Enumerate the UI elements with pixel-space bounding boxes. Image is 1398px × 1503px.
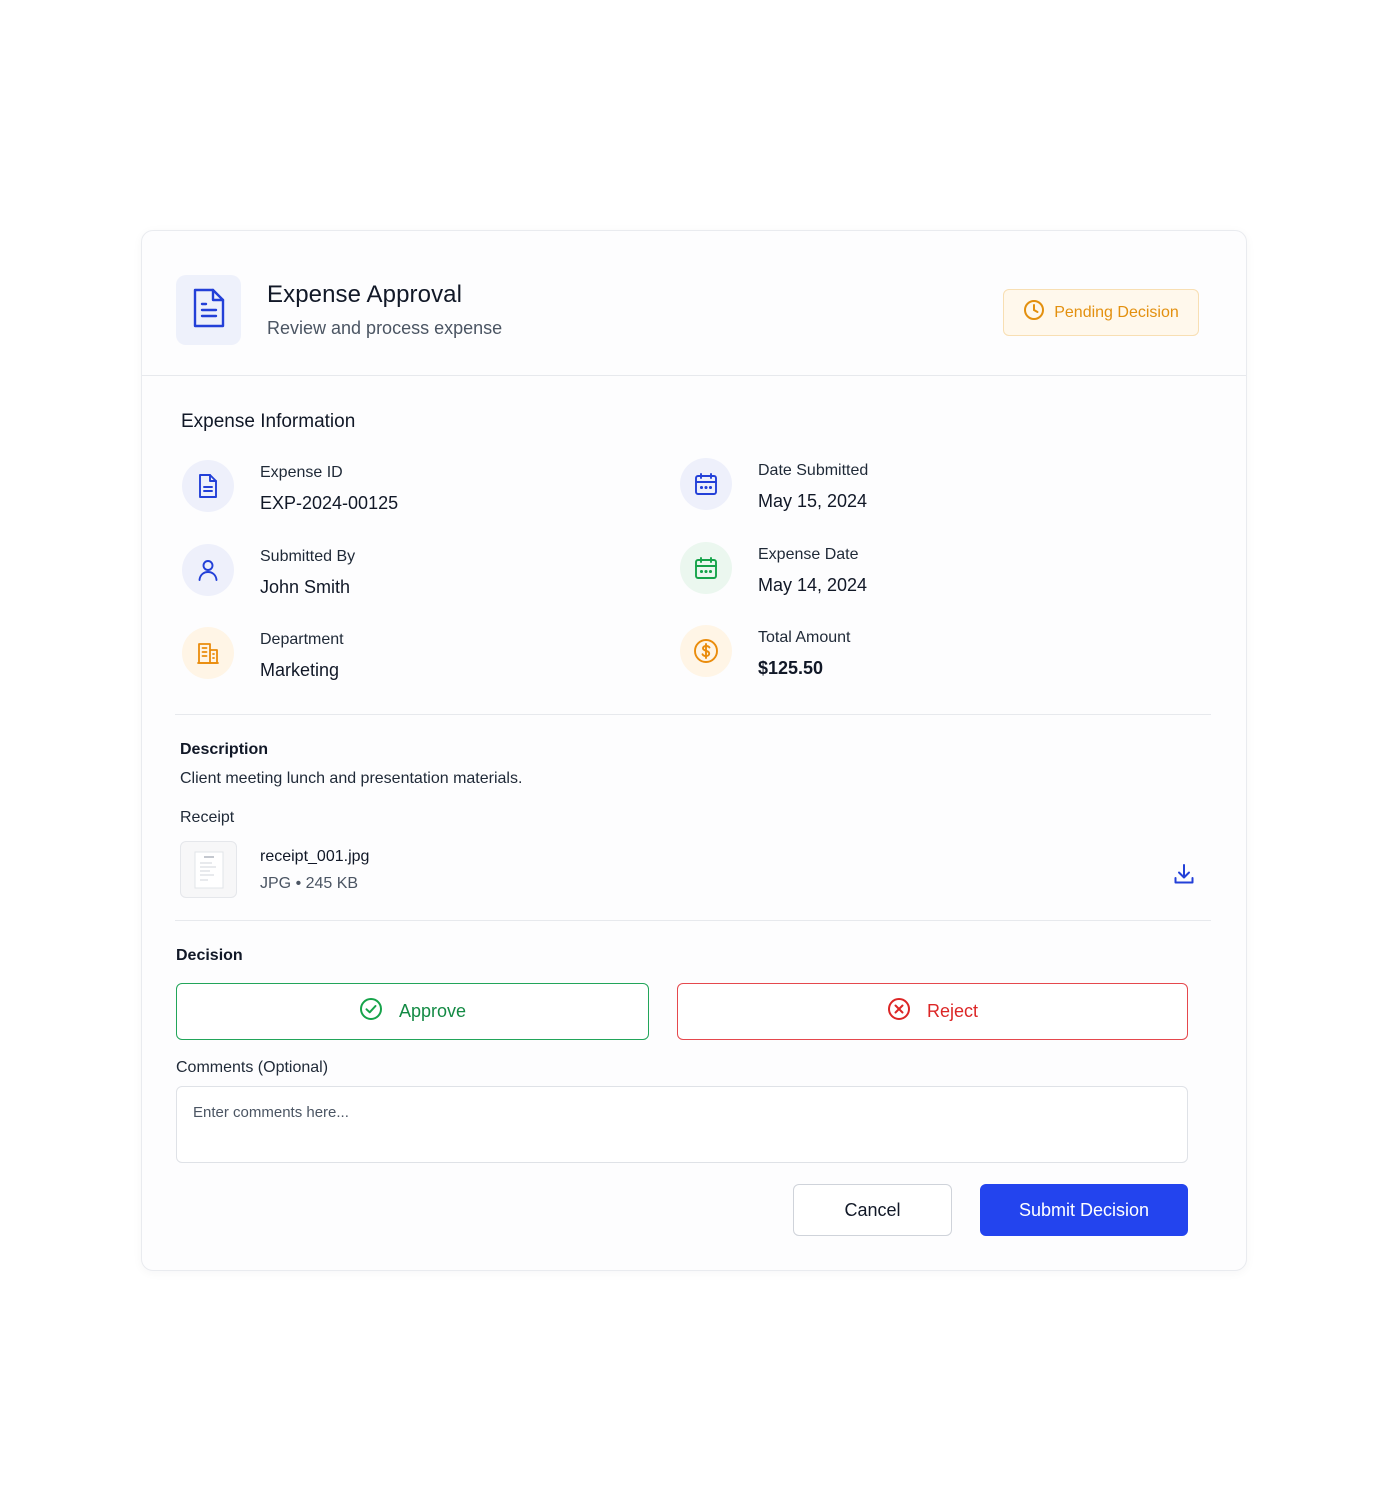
document-icon: [182, 460, 234, 512]
reject-button[interactable]: Reject: [677, 983, 1188, 1040]
approve-label: Approve: [398, 1001, 467, 1021]
card-header: Expense Approval Review and process expe…: [142, 231, 1246, 376]
info-item-department: Department Marketing: [182, 627, 602, 687]
info-item-expense-id: Expense ID EXP-2024-00125: [182, 460, 602, 520]
user-icon: [182, 544, 234, 596]
comments-label: Comments (Optional): [176, 1059, 329, 1076]
receipt-file-name[interactable]: receipt_001.jpg: [260, 848, 369, 866]
dollar-circle-icon: [680, 625, 732, 677]
calendar-icon: [680, 458, 732, 510]
info-value: Marketing: [260, 660, 340, 680]
cancel-button[interactable]: Cancel: [793, 1184, 952, 1236]
submit-decision-button[interactable]: Submit Decision: [980, 1184, 1188, 1236]
info-item-submitted-by: Submitted By John Smith: [182, 544, 602, 604]
x-circle-icon: [887, 997, 911, 1026]
info-label: Submitted By: [260, 548, 356, 565]
info-value: $125.50: [758, 658, 824, 678]
info-value: May 15, 2024: [758, 491, 868, 511]
expense-approval-card: Expense Approval Review and process expe…: [141, 230, 1247, 1271]
info-value: May 14, 2024: [758, 575, 868, 595]
receipt-file-meta: JPG • 245 KB: [260, 875, 359, 892]
page-subtitle: Review and process expense: [267, 318, 503, 338]
download-button[interactable]: [1170, 862, 1198, 890]
status-badge-label: Pending Decision: [1054, 303, 1179, 321]
info-item-date-submitted: Date Submitted May 15, 2024: [680, 458, 1100, 518]
info-label: Expense ID: [260, 464, 343, 481]
building-icon: [182, 627, 234, 679]
divider: [175, 920, 1211, 921]
info-label: Department: [260, 631, 344, 648]
calendar-icon: [680, 542, 732, 594]
document-icon: [191, 286, 227, 335]
clock-icon: [1023, 299, 1045, 326]
download-icon: [1173, 863, 1195, 890]
info-item-expense-date: Expense Date May 14, 2024: [680, 542, 1100, 602]
info-label: Date Submitted: [758, 462, 869, 479]
comments-input[interactable]: [176, 1086, 1188, 1163]
description-label: Description: [180, 741, 269, 758]
divider: [175, 714, 1211, 715]
decision-label: Decision: [176, 947, 243, 964]
check-circle-icon: [359, 997, 383, 1026]
page-title: Expense Approval: [267, 281, 463, 308]
approve-button[interactable]: Approve: [176, 983, 649, 1040]
description-text: Client meeting lunch and presentation ma…: [180, 770, 523, 787]
info-value: John Smith: [260, 577, 351, 597]
info-label: Total Amount: [758, 629, 851, 646]
receipt-label: Receipt: [180, 809, 235, 826]
info-value: EXP-2024-00125: [260, 493, 399, 513]
receipt-thumbnail[interactable]: [180, 841, 237, 898]
reject-label: Reject: [926, 1001, 979, 1021]
status-badge: Pending Decision: [1003, 289, 1199, 336]
header-icon-box: [176, 275, 241, 345]
section-title: Expense Information: [181, 411, 356, 432]
info-label: Expense Date: [758, 546, 859, 563]
info-item-total-amount: Total Amount $125.50: [680, 625, 1100, 685]
